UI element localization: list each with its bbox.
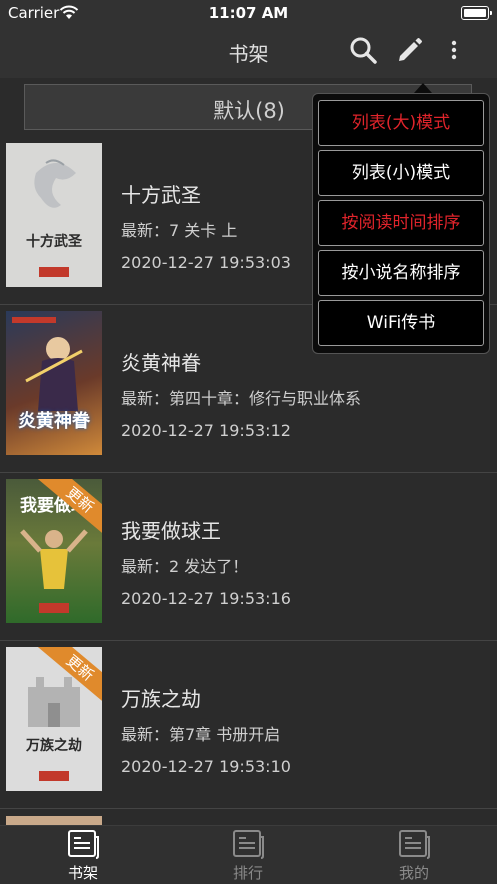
bookshelf-icon — [68, 830, 99, 859]
book-title: 我要做球王 — [121, 519, 221, 543]
book-latest-chapter: 最新：2 发达了！ — [121, 557, 249, 576]
book-cover: 万族之劫 更新 — [6, 647, 102, 791]
book-row[interactable]: 万族之劫 更新 万族之劫 最新：第7章 书册开启 2020-12-27 19:5… — [0, 641, 497, 809]
tab-mine[interactable]: 我的 — [359, 826, 469, 884]
status-bar: Carrier 11:07 AM — [0, 0, 497, 26]
menu-item-large-list[interactable]: 列表(大)模式 — [318, 100, 484, 146]
popup-caret — [414, 83, 432, 93]
book-title: 炎黄神眷 — [121, 351, 201, 375]
tab-ranking[interactable]: 排行 — [193, 826, 303, 884]
tab-ranking-label: 排行 — [232, 864, 263, 882]
options-popup-menu: 列表(大)模式 列表(小)模式 按阅读时间排序 按小说名称排序 WiFi传书 — [312, 93, 490, 354]
menu-item-sort-by-name[interactable]: 按小说名称排序 — [318, 250, 484, 296]
book-updated-time: 2020-12-27 19:53:03 — [121, 253, 291, 272]
tab-bookshelf[interactable]: 书架 — [28, 826, 138, 884]
book-row[interactable]: 我要做球 更新 我要做球王 最新：2 发达了！ 2020-12-27 19:53… — [0, 473, 497, 641]
book-latest-chapter: 最新：第四十章：修行与职业体系 — [121, 389, 362, 408]
book-cover: 十方武圣 — [6, 143, 102, 287]
cover-title: 十方武圣 — [26, 234, 82, 250]
book-latest-chapter: 最新：7 关卡 上 — [121, 221, 238, 240]
cover-dragon-art — [34, 159, 76, 277]
ranking-icon — [233, 830, 264, 859]
book-title: 万族之劫 — [121, 687, 201, 711]
menu-item-sort-by-read-time[interactable]: 按阅读时间排序 — [318, 200, 484, 246]
nav-bar: 书架 — [0, 26, 497, 78]
book-latest-chapter: 最新：第7章 书册开启 — [121, 725, 281, 744]
battery-icon — [461, 6, 492, 20]
menu-item-wifi-transfer[interactable]: WiFi传书 — [318, 300, 484, 346]
tab-bar: 书架 排行 我的 — [0, 825, 497, 884]
book-updated-time: 2020-12-27 19:53:10 — [121, 757, 291, 776]
more-vertical-icon[interactable] — [446, 36, 462, 64]
cover-title: 炎黄神眷 — [18, 411, 90, 432]
menu-item-small-list[interactable]: 列表(小)模式 — [318, 150, 484, 196]
cover-figure-art — [12, 317, 83, 411]
book-cover: 炎黄神眷 — [6, 311, 102, 455]
cover-title: 万族之劫 — [26, 738, 82, 754]
book-title: 十方武圣 — [121, 183, 201, 207]
edit-icon[interactable] — [396, 36, 424, 64]
book-updated-time: 2020-12-27 19:53:12 — [121, 421, 291, 440]
tab-mine-label: 我的 — [398, 864, 429, 882]
profile-icon — [399, 830, 430, 859]
book-updated-time: 2020-12-27 19:53:16 — [121, 589, 291, 608]
book-cover: 我要做球 更新 — [6, 479, 102, 623]
status-time: 11:07 AM — [208, 4, 289, 22]
tab-bookshelf-label: 书架 — [67, 864, 98, 882]
search-icon[interactable] — [349, 36, 377, 64]
